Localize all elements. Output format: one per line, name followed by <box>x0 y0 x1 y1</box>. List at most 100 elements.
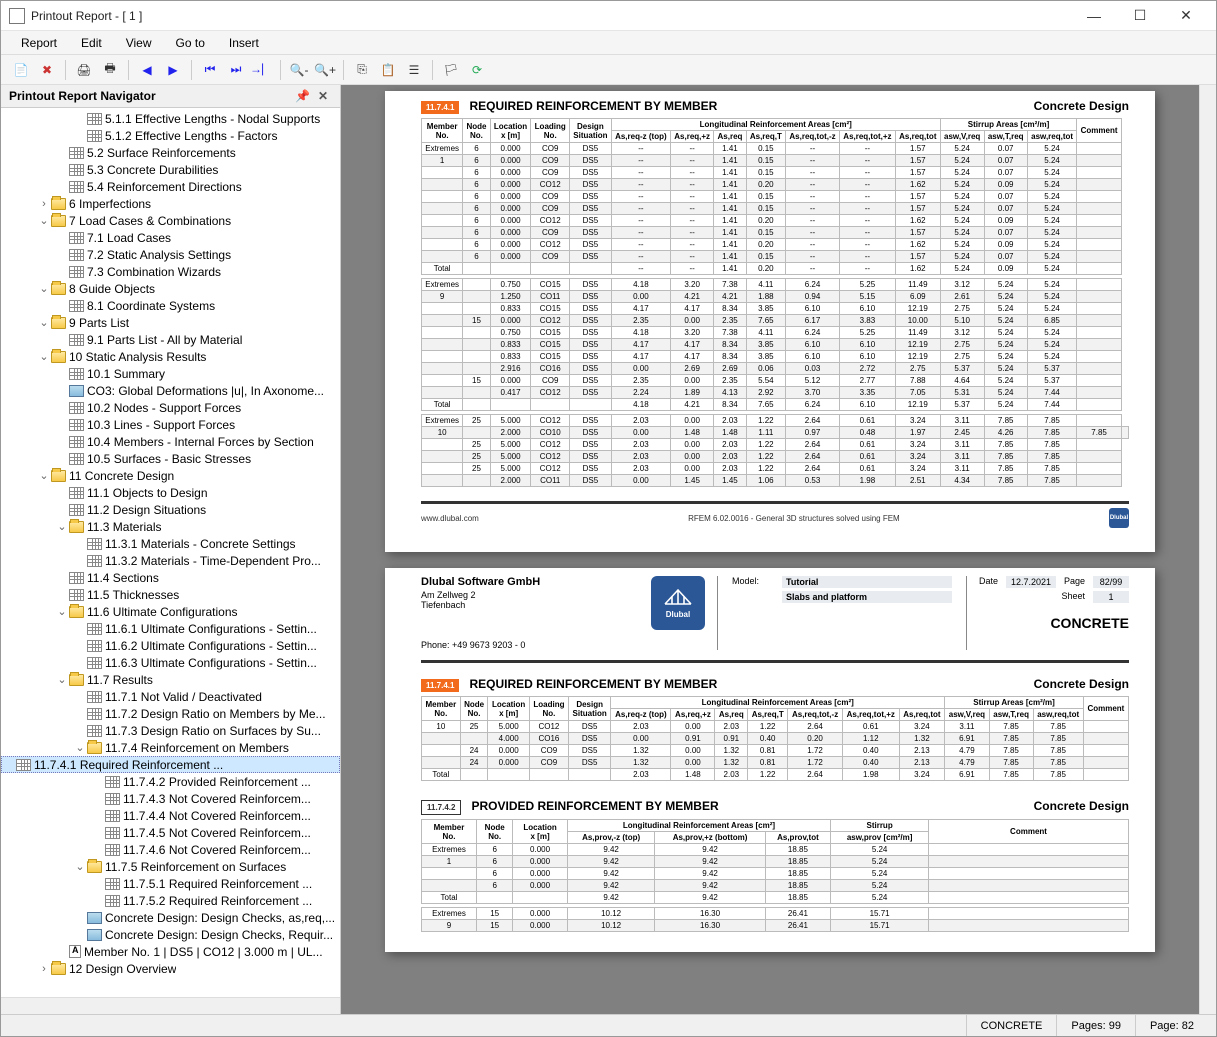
expand-toggle-icon[interactable]: ⌄ <box>55 520 69 533</box>
expand-toggle-icon[interactable]: › <box>37 963 51 975</box>
tree-item[interactable]: 11.7.4.2 Provided Reinforcement ... <box>1 773 340 790</box>
tree-item-label: 10 Static Analysis Results <box>69 350 206 364</box>
delete-icon[interactable]: ✖ <box>35 58 59 82</box>
nav-next-icon[interactable]: ▶ <box>161 58 185 82</box>
menu-insert[interactable]: Insert <box>217 33 271 53</box>
tree-item[interactable]: 5.1.1 Effective Lengths - Nodal Supports <box>1 110 340 127</box>
settings-icon[interactable]: ☰ <box>402 58 426 82</box>
vertical-scrollbar[interactable] <box>1199 85 1216 1014</box>
tree-item[interactable]: 10.5 Surfaces - Basic Stresses <box>1 450 340 467</box>
tree-item[interactable]: 9.1 Parts List - All by Material <box>1 331 340 348</box>
tree-item[interactable]: 11.7.4.4 Not Covered Reinforcem... <box>1 807 340 824</box>
export-doc-icon[interactable]: 📋 <box>376 58 400 82</box>
nav-first-icon[interactable]: ⏮ <box>198 58 222 82</box>
expand-toggle-icon[interactable]: ⌄ <box>73 860 87 873</box>
export-pdf-icon[interactable]: ⎘ <box>350 58 374 82</box>
model-name: Tutorial <box>782 576 952 588</box>
tree-item[interactable]: 11.7.4.5 Not Covered Reinforcem... <box>1 824 340 841</box>
tree-item[interactable]: ⌄11 Concrete Design <box>1 467 340 484</box>
tree-item[interactable]: 8.1 Coordinate Systems <box>1 297 340 314</box>
expand-toggle-icon[interactable]: ⌄ <box>37 316 51 329</box>
tree-item-label: 11.7.4.6 Not Covered Reinforcem... <box>123 843 311 857</box>
close-button[interactable]: ✕ <box>1164 2 1208 30</box>
tree-item-label: 11.7.1 Not Valid / Deactivated <box>105 690 262 704</box>
expand-toggle-icon[interactable]: ⌄ <box>55 673 69 686</box>
tree-item[interactable]: ⌄7 Load Cases & Combinations <box>1 212 340 229</box>
tree-item[interactable]: 5.4 Reinforcement Directions <box>1 178 340 195</box>
menu-edit[interactable]: Edit <box>69 33 114 53</box>
expand-toggle-icon[interactable]: ⌄ <box>37 282 51 295</box>
tree-item[interactable]: 11.7.4.6 Not Covered Reinforcem... <box>1 841 340 858</box>
refresh-icon[interactable]: ⟳ <box>465 58 489 82</box>
tree-item[interactable]: 10.2 Nodes - Support Forces <box>1 399 340 416</box>
tree-item[interactable]: ⌄11.6 Ultimate Configurations <box>1 603 340 620</box>
tree-item[interactable]: 11.3.1 Materials - Concrete Settings <box>1 535 340 552</box>
tree-item[interactable]: 10.3 Lines - Support Forces <box>1 416 340 433</box>
tree-item[interactable]: 11.7.4.1 Required Reinforcement ... <box>1 756 340 773</box>
tree-item[interactable]: ⌄11.3 Materials <box>1 518 340 535</box>
tree-item[interactable]: 11.5 Thicknesses <box>1 586 340 603</box>
tree-item-label: 11.7.4 Reinforcement on Members <box>105 741 289 755</box>
print-preview-icon[interactable]: 🖶 <box>98 58 122 82</box>
tree-item[interactable]: Concrete Design: Design Checks, as,req,.… <box>1 909 340 926</box>
tree-item[interactable]: Member No. 1 | DS5 | CO12 | 3.000 m | UL… <box>1 943 340 960</box>
tree-item[interactable]: 11.7.5.1 Required Reinforcement ... <box>1 875 340 892</box>
minimize-button[interactable]: — <box>1072 2 1116 30</box>
menu-report[interactable]: Report <box>9 33 69 53</box>
section-module: Concrete Design <box>1034 799 1129 813</box>
tree-item[interactable]: 11.4 Sections <box>1 569 340 586</box>
tree-item[interactable]: Concrete Design: Design Checks, Requir..… <box>1 926 340 943</box>
tree-item[interactable]: 11.7.2 Design Ratio on Members by Me... <box>1 705 340 722</box>
tree-item[interactable]: ›12 Design Overview <box>1 960 340 977</box>
zoom-in-icon[interactable]: 🔍+ <box>313 58 337 82</box>
tree-item[interactable]: 11.3.2 Materials - Time-Dependent Pro... <box>1 552 340 569</box>
zoom-out-icon[interactable]: 🔍- <box>287 58 311 82</box>
expand-toggle-icon[interactable]: ⌄ <box>37 214 51 227</box>
nav-goto-icon[interactable]: →⎸ <box>250 58 274 82</box>
tree-item[interactable]: 11.6.3 Ultimate Configurations - Settin.… <box>1 654 340 671</box>
expand-toggle-icon[interactable]: › <box>37 198 51 210</box>
tree-item[interactable]: ⌄ 10 Static Analysis Results <box>1 348 340 365</box>
nav-prev-icon[interactable]: ◀ <box>135 58 159 82</box>
nav-last-icon[interactable]: ⏭ <box>224 58 248 82</box>
expand-toggle-icon[interactable]: ⌄ <box>73 741 87 754</box>
tree-item[interactable]: 5.1.2 Effective Lengths - Factors <box>1 127 340 144</box>
expand-toggle-icon[interactable]: ⌄ <box>37 350 51 363</box>
report-page: 82/99 <box>1093 576 1129 588</box>
tree-item[interactable]: 11.6.1 Ultimate Configurations - Settin.… <box>1 620 340 637</box>
tree-item[interactable]: 10.1 Summary <box>1 365 340 382</box>
maximize-button[interactable]: ☐ <box>1118 2 1162 30</box>
tree-item-label: 7.2 Static Analysis Settings <box>87 248 231 262</box>
new-icon[interactable]: 📄 <box>9 58 33 82</box>
tree-item[interactable]: ⌄11.7 Results <box>1 671 340 688</box>
navigator-close-icon[interactable]: ✕ <box>314 89 332 103</box>
tree-item[interactable]: ›6 Imperfections <box>1 195 340 212</box>
tree-item[interactable]: 11.7.3 Design Ratio on Surfaces by Su... <box>1 722 340 739</box>
menu-view[interactable]: View <box>114 33 164 53</box>
print-icon[interactable]: 🖨 <box>72 58 96 82</box>
tree-item[interactable]: 11.7.1 Not Valid / Deactivated <box>1 688 340 705</box>
tree-item[interactable]: 11.7.5.2 Required Reinforcement ... <box>1 892 340 909</box>
tree-item[interactable]: 11.2 Design Situations <box>1 501 340 518</box>
language-icon[interactable]: 🏳 <box>439 58 463 82</box>
tree-item[interactable]: ⌄11.7.5 Reinforcement on Surfaces <box>1 858 340 875</box>
tree-item[interactable]: 7.3 Combination Wizards <box>1 263 340 280</box>
tree-item-label: 5.1.1 Effective Lengths - Nodal Supports <box>105 112 320 126</box>
pin-icon[interactable]: 📌 <box>291 89 314 103</box>
tree-item[interactable]: ⌄9 Parts List <box>1 314 340 331</box>
tree-item[interactable]: CO3: Global Deformations |u|, In Axonome… <box>1 382 340 399</box>
tree-item[interactable]: 5.3 Concrete Durabilities <box>1 161 340 178</box>
tree-item[interactable]: ⌄ 11.7.4 Reinforcement on Members <box>1 739 340 756</box>
report-viewport[interactable]: 11.7.4.1 REQUIRED REINFORCEMENT BY MEMBE… <box>341 85 1199 1014</box>
tree-item[interactable]: ⌄8 Guide Objects <box>1 280 340 297</box>
tree-item[interactable]: 10.4 Members - Internal Forces by Sectio… <box>1 433 340 450</box>
tree-item[interactable]: 11.1 Objects to Design <box>1 484 340 501</box>
tree-item[interactable]: 5.2 Surface Reinforcements <box>1 144 340 161</box>
tree-item[interactable]: 11.6.2 Ultimate Configurations - Settin.… <box>1 637 340 654</box>
tree-item[interactable]: 7.2 Static Analysis Settings <box>1 246 340 263</box>
tree-item[interactable]: 7.1 Load Cases <box>1 229 340 246</box>
tree-item[interactable]: 11.7.4.3 Not Covered Reinforcem... <box>1 790 340 807</box>
expand-toggle-icon[interactable]: ⌄ <box>37 469 51 482</box>
expand-toggle-icon[interactable]: ⌄ <box>55 605 69 618</box>
menu-go-to[interactable]: Go to <box>164 33 217 53</box>
